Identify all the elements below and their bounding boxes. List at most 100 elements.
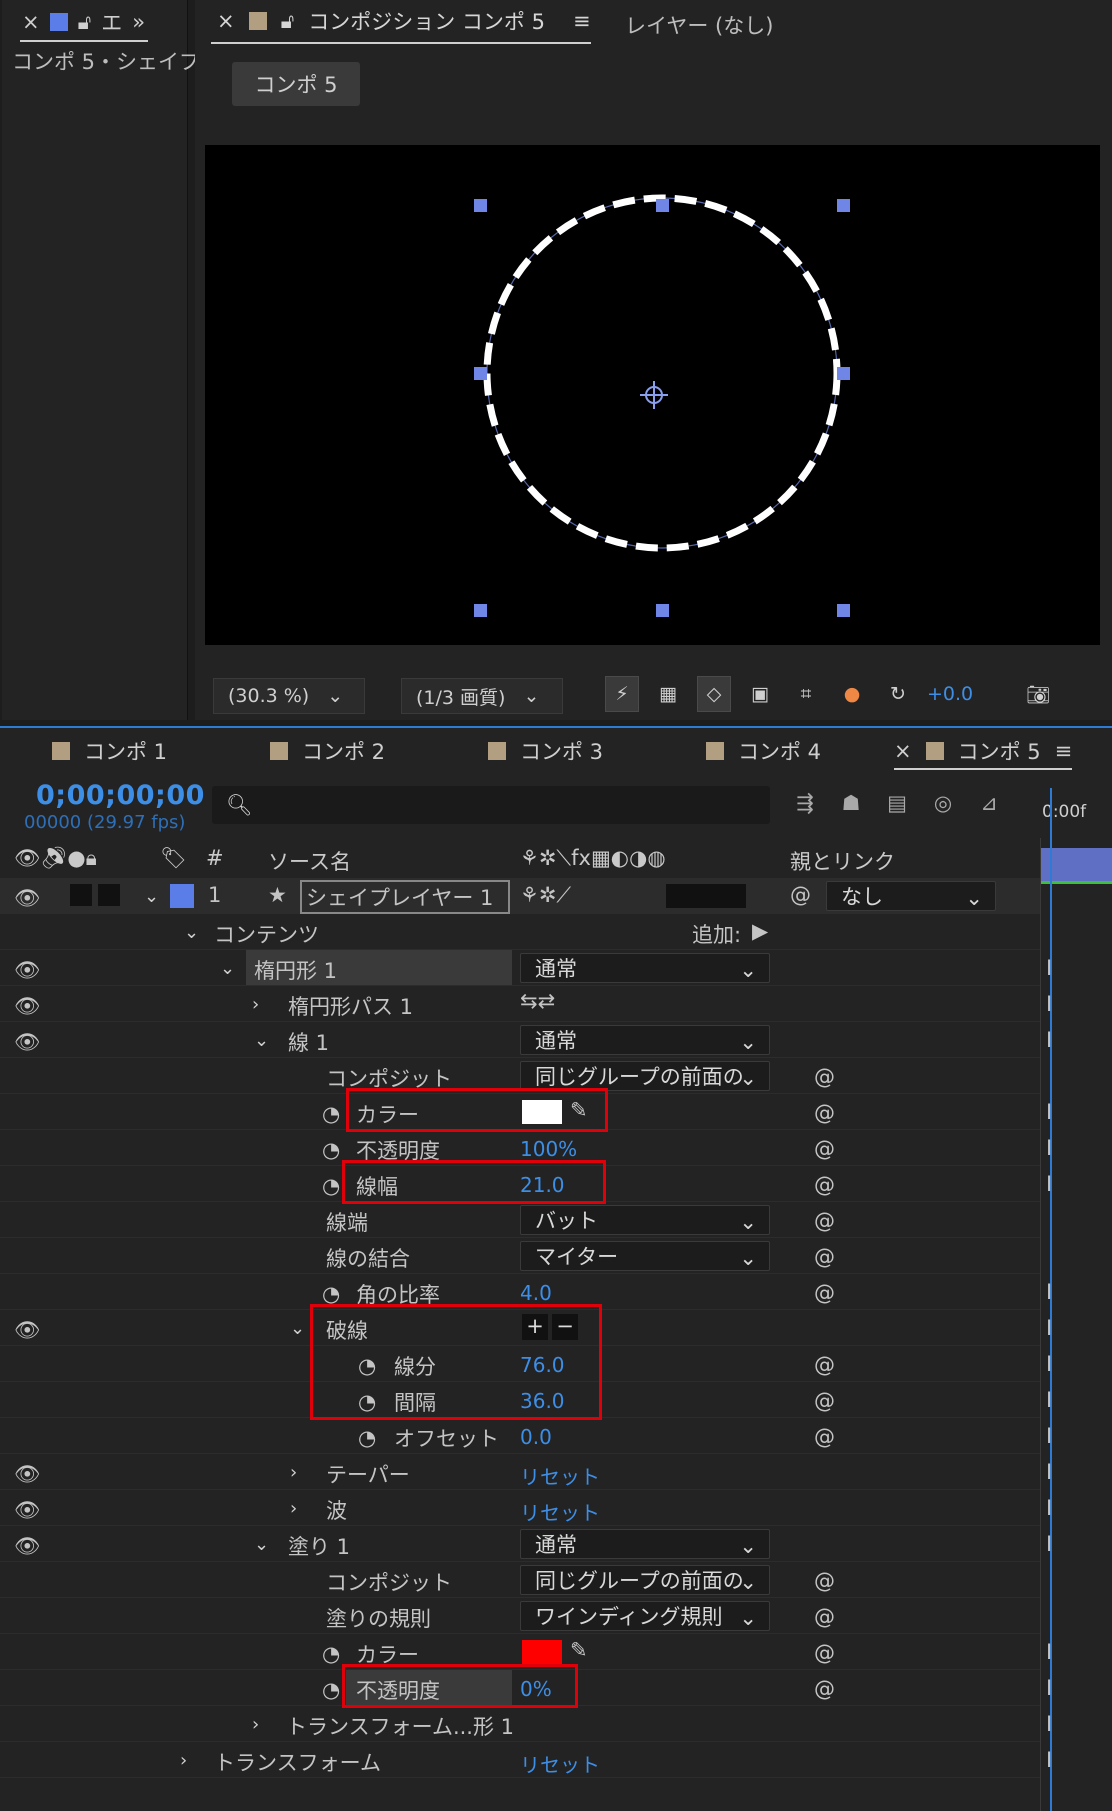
opacity-value[interactable]: 100% xyxy=(520,1137,577,1161)
chevron-down-icon[interactable]: ⌄ xyxy=(290,1318,305,1339)
lock-toggle[interactable] xyxy=(98,884,120,906)
comp-flow-button[interactable]: コンポ 5 xyxy=(232,62,360,106)
project-tab-label[interactable]: エ xyxy=(101,7,122,37)
line-join-row[interactable]: 線の結合 マイター ⌄ @ xyxy=(0,1238,1040,1274)
expression-link-icon[interactable]: @ xyxy=(814,1137,835,1161)
menu-icon[interactable]: ≡ xyxy=(1055,739,1073,763)
tab-layer[interactable]: レイヤー (なし) xyxy=(625,10,773,40)
wave-reset-link[interactable]: リセット xyxy=(520,1497,600,1526)
expression-link-icon[interactable]: @ xyxy=(814,1209,835,1233)
chevron-down-icon[interactable]: ⌄ xyxy=(254,1534,269,1555)
tab-comp-1[interactable]: コンポ 1 xyxy=(52,736,167,766)
layer-switch-boxes[interactable] xyxy=(666,884,746,908)
expression-link-icon[interactable]: @ xyxy=(814,1245,835,1269)
add-label[interactable]: 追加: xyxy=(692,919,741,949)
zoom-dropdown[interactable]: (30.3 %) ⌄ xyxy=(213,678,365,714)
layer-row[interactable]: 👁︎ ⌄ 1 ★ シェイプレイヤー 1 ⚘✲⟋ @ なし ⌄ xyxy=(0,878,1040,914)
line-cap-dropdown[interactable]: バット ⌄ xyxy=(520,1205,770,1235)
eye-icon[interactable]: 👁︎ xyxy=(14,1534,41,1559)
expression-link-icon[interactable]: @ xyxy=(814,1281,835,1305)
stroke-row[interactable]: 👁︎ ⌄ 線 1 通常 ⌄ I xyxy=(0,1022,1052,1058)
offset-row[interactable]: ◔ オフセット 0.0 @ I xyxy=(0,1418,1052,1454)
stopwatch-icon[interactable]: ◔ xyxy=(322,1642,340,1666)
taper-reset-link[interactable]: リセット xyxy=(520,1461,600,1490)
eye-icon[interactable]: 👁︎ xyxy=(14,1030,41,1055)
close-icon[interactable]: × xyxy=(217,9,235,33)
expression-link-icon[interactable]: @ xyxy=(814,1677,835,1701)
offset-value[interactable]: 0.0 xyxy=(520,1425,552,1449)
tab-comp-2[interactable]: コンポ 2 xyxy=(270,736,385,766)
shape-transform-row[interactable]: › トランスフォーム...形 1 I xyxy=(0,1706,1052,1742)
reset-exposure-icon[interactable]: ↻ xyxy=(881,676,915,712)
stopwatch-icon[interactable]: ◔ xyxy=(358,1426,376,1450)
chevron-down-icon[interactable]: ⌄ xyxy=(144,886,159,907)
line-join-dropdown[interactable]: マイター ⌄ xyxy=(520,1241,770,1271)
pickwhip-icon[interactable]: @ xyxy=(790,883,811,907)
chevron-down-icon[interactable]: ⌄ xyxy=(254,1030,269,1051)
exposure-value[interactable]: +0.0 xyxy=(927,683,973,705)
eye-icon[interactable]: 👁︎ xyxy=(14,994,41,1019)
stopwatch-icon[interactable]: ◔ xyxy=(322,1138,340,1162)
composite-dropdown[interactable]: 同じグループの前面の ⌄ xyxy=(520,1565,770,1595)
blend-mode-dropdown[interactable]: 通常 ⌄ xyxy=(520,953,770,983)
ellipse-path-row[interactable]: 👁︎ › 楕円形パス 1 ⇆⇄ I xyxy=(0,986,1052,1022)
expression-link-icon[interactable]: @ xyxy=(814,1641,835,1665)
stopwatch-icon[interactable]: ◔ xyxy=(322,1102,340,1126)
expression-link-icon[interactable]: @ xyxy=(814,1173,835,1197)
guides-icon[interactable]: ⌗ xyxy=(789,676,823,712)
taper-row[interactable]: 👁︎ › テーパー リセット I xyxy=(0,1454,1052,1490)
chevron-right-icon[interactable]: › xyxy=(252,1714,259,1735)
eyedropper-icon[interactable]: ✎ xyxy=(570,1638,588,1662)
expression-link-icon[interactable]: @ xyxy=(814,1389,835,1413)
stopwatch-icon[interactable]: ◔ xyxy=(322,1174,340,1198)
eye-icon[interactable]: 👁︎ xyxy=(14,1462,41,1487)
ellipse-group-row[interactable]: 👁︎ ⌄ 楕円形 1 通常 ⌄ I xyxy=(0,950,1052,986)
expression-link-icon[interactable]: @ xyxy=(814,1101,835,1125)
lock-icon[interactable]: 🔓︎ xyxy=(281,9,295,34)
menu-icon[interactable]: ≡ xyxy=(573,9,591,33)
chevron-right-icon[interactable]: › xyxy=(290,1498,297,1519)
chevron-right-icon[interactable]: › xyxy=(290,1462,297,1483)
stroke-width-row[interactable]: ◔ 線幅 21.0 @ I xyxy=(0,1160,1052,1204)
transform-reset-link[interactable]: リセット xyxy=(520,1749,600,1778)
fill-composite-row[interactable]: コンポジット 同じグループの前面の ⌄ @ xyxy=(0,1562,1040,1598)
layer-switches[interactable]: ⚘✲⟋ xyxy=(520,883,571,908)
expression-link-icon[interactable]: @ xyxy=(814,1425,835,1449)
label-color-swatch[interactable] xyxy=(170,884,194,908)
close-icon[interactable]: × xyxy=(894,739,912,763)
parent-dropdown[interactable]: なし ⌄ xyxy=(826,881,996,911)
miter-limit-value[interactable]: 4.0 xyxy=(520,1281,552,1305)
region-of-interest-icon[interactable]: ▣ xyxy=(743,676,777,712)
fill-color-swatch[interactable] xyxy=(522,1640,562,1664)
close-icon[interactable]: × xyxy=(22,10,40,34)
blend-mode-dropdown[interactable]: 通常 ⌄ xyxy=(520,1529,770,1559)
tab-comp-4[interactable]: コンポ 4 xyxy=(706,736,821,766)
color-channels-icon[interactable]: ● xyxy=(835,676,869,712)
lock-icon[interactable]: 🔓︎ xyxy=(78,10,92,35)
mask-visibility-icon[interactable]: ◇ xyxy=(697,676,731,712)
chevron-down-icon[interactable]: ⌄ xyxy=(184,922,199,943)
eye-icon[interactable]: 👁︎ xyxy=(14,1498,41,1523)
stopwatch-icon[interactable]: ◔ xyxy=(322,1678,340,1702)
snapshot-icon[interactable]: 📷︎ xyxy=(1021,676,1055,712)
tab-composition[interactable]: × 🔓︎ コンポジション コンポ 5 ≡ xyxy=(211,6,591,44)
fill-rule-row[interactable]: 塗りの規則 ワインディング規則 ⌄ @ xyxy=(0,1598,1040,1634)
expression-link-icon[interactable]: @ xyxy=(814,1065,835,1089)
composite-dropdown[interactable]: 同じグループの前面の ⌄ xyxy=(520,1061,770,1091)
fill-opacity-row[interactable]: ◔ 不透明度 0% @ I xyxy=(0,1664,1052,1708)
wave-row[interactable]: 👁︎ › 波 リセット I xyxy=(0,1490,1052,1526)
chevron-right-icon[interactable]: › xyxy=(180,1750,187,1771)
eye-icon[interactable]: 👁︎ xyxy=(14,958,41,983)
fast-preview-icon[interactable]: ⚡ xyxy=(605,676,639,712)
stopwatch-icon[interactable]: ◔ xyxy=(322,1282,340,1306)
expression-link-icon[interactable]: @ xyxy=(814,1605,835,1629)
eye-icon[interactable]: 👁︎ xyxy=(14,1318,41,1343)
tab-comp-3[interactable]: コンポ 3 xyxy=(488,736,603,766)
expression-link-icon[interactable]: @ xyxy=(814,1353,835,1377)
expression-link-icon[interactable]: @ xyxy=(814,1569,835,1593)
current-timecode[interactable]: 0;00;00;00 xyxy=(36,780,205,811)
transparency-grid-icon[interactable]: ▦ xyxy=(651,676,685,712)
search-input[interactable]: 🔍︎ xyxy=(212,786,770,824)
shy-layers-icon[interactable]: ☗ xyxy=(836,788,866,818)
path-direction-icons[interactable]: ⇆⇄ xyxy=(520,989,555,1013)
